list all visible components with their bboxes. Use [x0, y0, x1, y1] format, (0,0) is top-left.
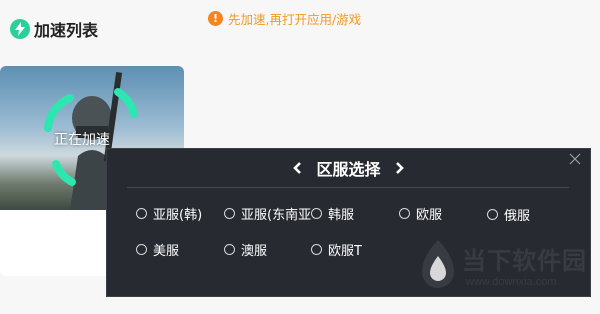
region-option-europe-t[interactable]: 欧服T [311, 240, 362, 259]
watermark-url: www.downxia.com [466, 276, 557, 288]
region-option-korea[interactable]: 韩服 [311, 204, 359, 223]
region-option-label: 韩服 [328, 207, 355, 223]
chevron-right-icon[interactable] [393, 162, 405, 174]
region-option-asia-korea[interactable]: 亚服(韩) [136, 204, 203, 223]
radio-button[interactable] [136, 243, 147, 255]
notice-banner: ! 先加速,再打开应用/游戏 [208, 9, 361, 27]
region-option-label: 亚服(韩) [153, 207, 203, 223]
notice-text: 先加速,再打开应用/游戏 [228, 11, 362, 27]
warning-icon: ! [208, 10, 223, 26]
region-option-australia[interactable]: 澳服 [224, 240, 268, 259]
radio-button[interactable] [311, 207, 322, 219]
accelerating-status: 正在加速 [54, 132, 110, 148]
dialog-header: 区服选择 [107, 155, 590, 181]
region-option-russia[interactable]: 俄服 [487, 205, 531, 224]
watermark-logo-icon [422, 240, 454, 288]
radio-button[interactable] [224, 243, 235, 255]
lightning-bolt-icon [10, 19, 30, 39]
region-option-label: 欧服T [328, 243, 362, 259]
chevron-left-icon[interactable] [292, 162, 304, 174]
page-title: 加速列表 [34, 21, 99, 40]
radio-button[interactable] [311, 243, 322, 255]
header: 加速列表 ! 先加速,再打开应用/游戏 [0, 0, 600, 56]
region-option-asia-southeast[interactable]: 亚服(东南亚) [224, 204, 317, 223]
region-option-america[interactable]: 美服 [136, 240, 180, 259]
dialog-title: 区服选择 [316, 160, 381, 179]
dialog-divider [127, 187, 569, 188]
radio-button[interactable] [224, 207, 235, 219]
radio-button[interactable] [399, 207, 410, 219]
watermark-name: 当下软件园 [462, 247, 587, 275]
region-option-label: 俄服 [504, 208, 531, 224]
watermark: 当下软件园 www.downxia.com [418, 238, 600, 298]
region-option-label: 亚服(东南亚) [241, 207, 317, 223]
radio-button[interactable] [487, 208, 498, 220]
close-icon[interactable] [568, 152, 582, 166]
region-option-europe[interactable]: 欧服 [399, 204, 443, 223]
radio-button[interactable] [136, 207, 147, 219]
region-option-label: 欧服 [416, 207, 443, 223]
region-option-label: 澳服 [241, 243, 268, 259]
region-option-label: 美服 [153, 243, 180, 259]
